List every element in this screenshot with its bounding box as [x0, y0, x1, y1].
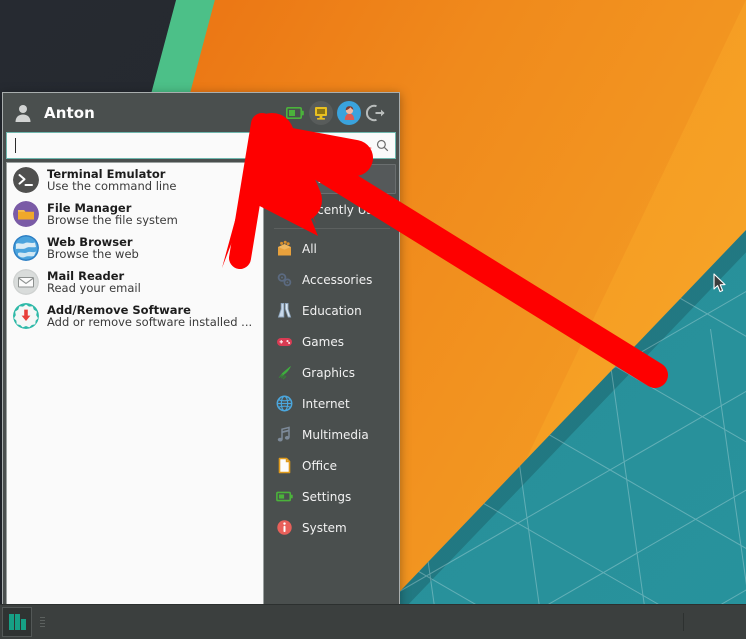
favorite-item[interactable]: Web Browser Browse the web	[7, 231, 263, 265]
document-icon	[276, 457, 293, 474]
favorite-item-subtitle: Browse the file system	[47, 214, 178, 227]
category-separator	[274, 228, 390, 229]
favorite-item-title: Add/Remove Software	[47, 302, 191, 317]
favorite-item-text: Mail Reader Read your email	[47, 268, 141, 295]
category-item-label: Internet	[302, 396, 350, 411]
search-input[interactable]	[6, 132, 396, 159]
category-item-all[interactable]: All	[268, 233, 396, 264]
menu-body: Terminal Emulator Use the command line Fil…	[3, 159, 399, 609]
tray-grip[interactable]	[40, 617, 45, 627]
terminal-icon	[13, 167, 39, 193]
monitor-icon	[315, 106, 327, 120]
category-item-settings[interactable]: Settings	[268, 481, 396, 512]
user-icon	[15, 104, 31, 122]
flask-icon	[276, 302, 293, 319]
category-item-education[interactable]: Education	[268, 295, 396, 326]
folder-icon	[13, 201, 39, 227]
whisker-menu[interactable]: Anton Terminal Emulator Use the command …	[2, 92, 400, 610]
category-item-office[interactable]: Office	[268, 450, 396, 481]
favorite-item-text: File Manager Browse the file system	[47, 200, 178, 227]
globe-grid-icon	[276, 395, 293, 412]
category-item-games[interactable]: Games	[268, 326, 396, 357]
category-item-favorites[interactable]: Favorites	[268, 164, 396, 194]
favorites-list[interactable]: Terminal Emulator Use the command line Fil…	[6, 162, 264, 605]
brush-icon	[276, 364, 293, 381]
music-note-icon	[276, 426, 293, 443]
gears-icon	[276, 271, 293, 288]
battery-settings-icon	[286, 106, 304, 119]
category-item-label: System	[302, 520, 347, 535]
favorite-item-subtitle: Add or remove software installed ...	[47, 316, 253, 329]
lock-screen-button-circle	[309, 100, 333, 125]
globe-icon	[13, 235, 39, 261]
favorite-item-title: Terminal Emulator	[47, 166, 166, 181]
switch-user-button-circle	[337, 100, 361, 125]
username-label: Anton	[44, 103, 95, 122]
category-item-multimedia[interactable]: Multimedia	[268, 419, 396, 450]
taskbar[interactable]	[0, 604, 746, 639]
favorite-item[interactable]: Add/Remove Software Add or remove softwar…	[7, 299, 263, 333]
category-item-label: Accessories	[302, 272, 373, 287]
clock-icon	[276, 201, 293, 218]
desktop-screen: Anton Terminal Emulator Use the command …	[0, 0, 746, 639]
favorite-item[interactable]: Mail Reader Read your email	[7, 265, 263, 299]
gamepad-icon	[276, 333, 293, 350]
search-row	[3, 132, 399, 159]
menu-header: Anton	[3, 93, 399, 132]
settings-button[interactable]	[283, 99, 307, 127]
category-item-internet[interactable]: Internet	[268, 388, 396, 419]
favorite-item[interactable]: Terminal Emulator Use the command line	[7, 163, 263, 197]
log-out-button[interactable]	[363, 99, 391, 127]
favorite-item-title: Mail Reader	[47, 268, 125, 283]
favorite-item-subtitle: Read your email	[47, 282, 141, 295]
category-item-label: Multimedia	[302, 427, 369, 442]
taskbar-separator	[683, 613, 684, 631]
favorite-item-text: Web Browser Browse the web	[47, 234, 139, 261]
favorite-item-subtitle: Browse the web	[47, 248, 139, 261]
manjaro-logo-icon	[8, 614, 26, 630]
favorite-item-subtitle: Use the command line	[47, 180, 177, 193]
bookmark-icon	[277, 171, 294, 188]
envelope-icon	[13, 269, 39, 295]
box-icon	[276, 240, 293, 257]
favorite-item[interactable]: File Manager Browse the file system	[7, 197, 263, 231]
package-download-icon	[13, 303, 39, 329]
category-item-label: Settings	[302, 489, 352, 504]
category-list[interactable]: Favorites Recently Used All Accessories Educ…	[266, 162, 398, 605]
lock-screen-button[interactable]	[307, 99, 335, 127]
category-item-label: Recently Used	[302, 202, 388, 217]
category-item-graphics[interactable]: Graphics	[268, 357, 396, 388]
toggle-icon	[276, 488, 293, 505]
category-item-label: Favorites	[303, 172, 358, 186]
avatar-icon	[344, 106, 354, 120]
category-item-label: Education	[302, 303, 362, 318]
logout-icon	[366, 104, 385, 121]
favorite-item-text: Terminal Emulator Use the command line	[47, 166, 177, 193]
category-item-accessories[interactable]: Accessories	[268, 264, 396, 295]
category-item-system[interactable]: System	[268, 512, 396, 543]
favorite-item-title: Web Browser	[47, 234, 133, 249]
search-icon[interactable]	[376, 139, 389, 152]
switch-user-button[interactable]	[335, 99, 363, 127]
category-item-label: Graphics	[302, 365, 355, 380]
category-item-label: Office	[302, 458, 338, 473]
start-menu-button[interactable]	[2, 607, 32, 637]
category-item-label: Games	[302, 334, 344, 349]
info-circle-icon	[276, 519, 293, 536]
favorite-item-text: Add/Remove Software Add or remove softwar…	[47, 302, 253, 329]
category-item-recently-used[interactable]: Recently Used	[268, 194, 396, 225]
category-item-label: All	[302, 241, 317, 256]
text-caret	[15, 138, 16, 153]
favorite-item-title: File Manager	[47, 200, 132, 215]
